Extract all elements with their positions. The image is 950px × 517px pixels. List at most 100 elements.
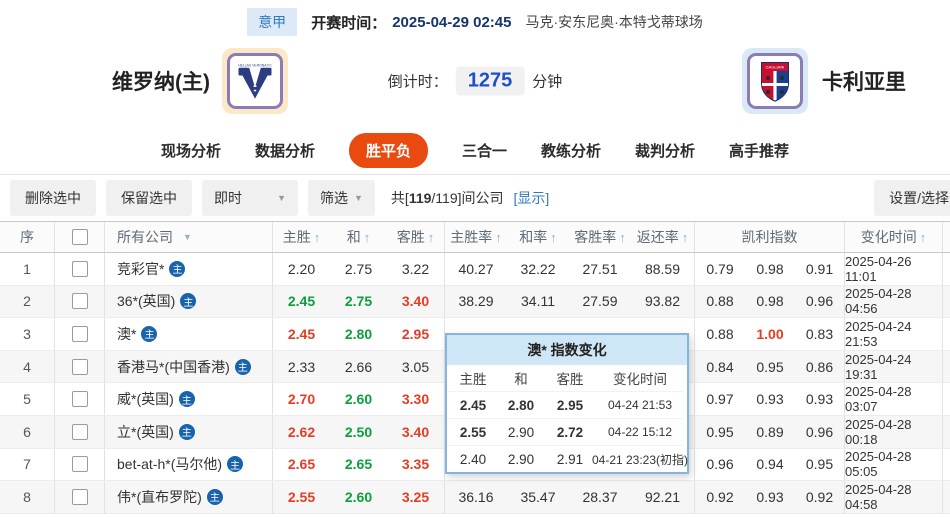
keep-selected-button[interactable]: 保留选中 [106,180,192,216]
row-seq: 4 [0,350,55,383]
nav-tab[interactable]: 现场分析 [161,140,221,161]
popup-col-header: 主胜 [459,372,487,387]
kelly-cell: 0.93 [795,383,845,415]
popup-col-header: 客胜 [556,372,584,387]
company-cell[interactable]: 香港马*(中国香港) 主 [105,350,273,383]
svg-text:CAGLIARI: CAGLIARI [766,65,785,70]
sort-asc-icon: ↑ [313,229,321,245]
header-kelly: 凯利指数 [695,222,845,252]
kelly-cell: 0.86 [795,350,845,383]
odds-cell: 3.25 [387,481,445,513]
home-team-name: 维罗纳(主) [112,71,210,94]
header-draw-rate[interactable]: 和率 ↑ [507,222,569,252]
row-gutter [943,449,950,481]
settings-select-button[interactable]: 设置/选择 [874,180,950,216]
kelly-cell: 0.92 [795,481,845,513]
toolbar: 删除选中 保留选中 即时 ▼ 筛选 ▼ 共[119/119]间公司 [显示] 设… [0,175,950,221]
popup-grid: 主胜 和 客胜 变化时间 2.45 2.80 2.95 04-24 21:53 2.55 2.90… [447,365,688,472]
company-home-icon: 主 [234,358,251,375]
delete-selected-button[interactable]: 删除选中 [10,180,96,216]
header-return-rate[interactable]: 返还率 ↑ [631,222,695,252]
popup-time-cell: 04-22 15:12 [597,418,683,445]
header-home-odds[interactable]: 主胜 ↑ [273,222,330,252]
header-company[interactable]: 所有公司 ▼ [105,222,273,252]
rate-cell: 32.22 [520,260,556,277]
filter-dropdown[interactable]: 筛选 ▼ [308,180,375,216]
popup-odds-cell: 2.90 [499,445,543,472]
table-row: 2 36*(英国) 主 2.45 2.75 3.40 38.29 34.11 27.59 93.8… [0,285,950,319]
kelly-cell: 0.93 [756,391,784,408]
odds-cell: 2.55 [287,488,316,505]
header-home-rate[interactable]: 主胜率 ↑ [445,222,507,252]
row-checkbox-cell [55,383,105,415]
nav-tab[interactable]: 高手推荐 [729,140,789,161]
popup-odds-cell: 2.40 [447,445,499,472]
rate-cell: 40.27 [458,260,494,277]
rate-cell: 88.59 [631,253,695,285]
sort-asc-icon: ↑ [363,229,371,245]
row-checkbox[interactable] [71,293,88,310]
countdown-unit: 分钟 [532,73,563,91]
popup-odds-cell: 2.80 [499,391,543,418]
kelly-cell: 0.88 [706,325,734,342]
odds-cell: 2.80 [344,325,373,342]
chevron-down-icon: ▼ [277,193,286,203]
row-seq: 5 [0,383,55,415]
company-cell[interactable]: 伟*(直布罗陀) 主 [105,481,273,513]
rate-cell: 36.16 [458,488,494,505]
change-time-cell: 2025-04-24 19:31 [845,350,943,383]
company-cell[interactable]: 36*(英国) 主 [105,285,273,318]
odds-cell: 2.33 [287,358,316,375]
row-checkbox[interactable] [71,391,88,408]
company-name: 立*(英国) [117,423,174,440]
odds-cell: 3.05 [387,350,445,383]
company-home-icon: 主 [180,293,197,310]
nav-tab[interactable]: 裁判分析 [635,140,695,161]
row-checkbox[interactable] [71,325,88,342]
countdown-value: 1275 [455,66,525,96]
popup-odds-cell: 2.45 [447,391,499,418]
header-draw-odds[interactable]: 和 ↑ [330,222,387,252]
header-away-rate[interactable]: 客胜率 ↑ [569,222,631,252]
change-time-cell: 2025-04-28 04:56 [845,285,943,318]
company-cell[interactable]: bet-at-h*(马尔他) 主 [105,448,273,481]
row-checkbox[interactable] [71,260,88,277]
company-cell[interactable]: 立*(英国) 主 [105,415,273,448]
row-checkbox[interactable] [71,358,88,375]
kelly-cell: 0.83 [795,318,845,350]
nav-tab[interactable]: 胜平负 [348,133,428,168]
rate-cell: 35.47 [520,488,556,505]
popup-odds-cell: 2.90 [499,418,543,445]
company-name: 36*(英国) [117,293,176,310]
header-away-odds[interactable]: 客胜 ↑ [387,222,445,252]
row-gutter [943,318,950,350]
nav-tab[interactable]: 教练分析 [541,140,601,161]
change-time-cell: 2025-04-28 05:05 [845,448,943,481]
nav-tab[interactable]: 三合一 [462,140,507,161]
popup-time-cell: 04-21 23:23(初指) [592,445,688,472]
row-checkbox[interactable] [71,456,88,473]
rate-cell: 92.21 [631,481,695,513]
home-team-logo: HELLAS VERONA FC [222,48,288,114]
odds-cell: 3.30 [387,383,445,415]
home-crest-icon: HELLAS VERONA FC [227,53,283,109]
sort-asc-icon: ↑ [550,229,557,245]
company-name: 香港马*(中国香港) [117,358,230,375]
kelly-cell: 0.93 [756,488,784,505]
show-link[interactable]: [显示] [514,188,550,208]
company-cell[interactable]: 澳* 主 [105,318,273,350]
change-time-cell: 2025-04-28 04:58 [845,481,943,513]
instant-dropdown[interactable]: 即时 ▼ [202,180,298,216]
header-change-time[interactable]: 变化时间 ↑ [845,222,943,252]
company-cell[interactable]: 竞彩官* 主 [105,253,273,285]
popup-odds-cell: 2.91 [543,445,597,472]
odds-cell: 2.65 [287,456,316,473]
company-cell[interactable]: 威*(英国) 主 [105,383,273,415]
row-checkbox[interactable] [71,423,88,440]
row-gutter [943,351,950,383]
popup-time-cell: 04-24 21:53 [597,391,683,418]
nav-tab[interactable]: 数据分析 [255,140,315,161]
row-checkbox[interactable] [71,488,88,505]
select-all-checkbox[interactable] [71,229,88,245]
rate-cell: 28.37 [582,488,618,505]
